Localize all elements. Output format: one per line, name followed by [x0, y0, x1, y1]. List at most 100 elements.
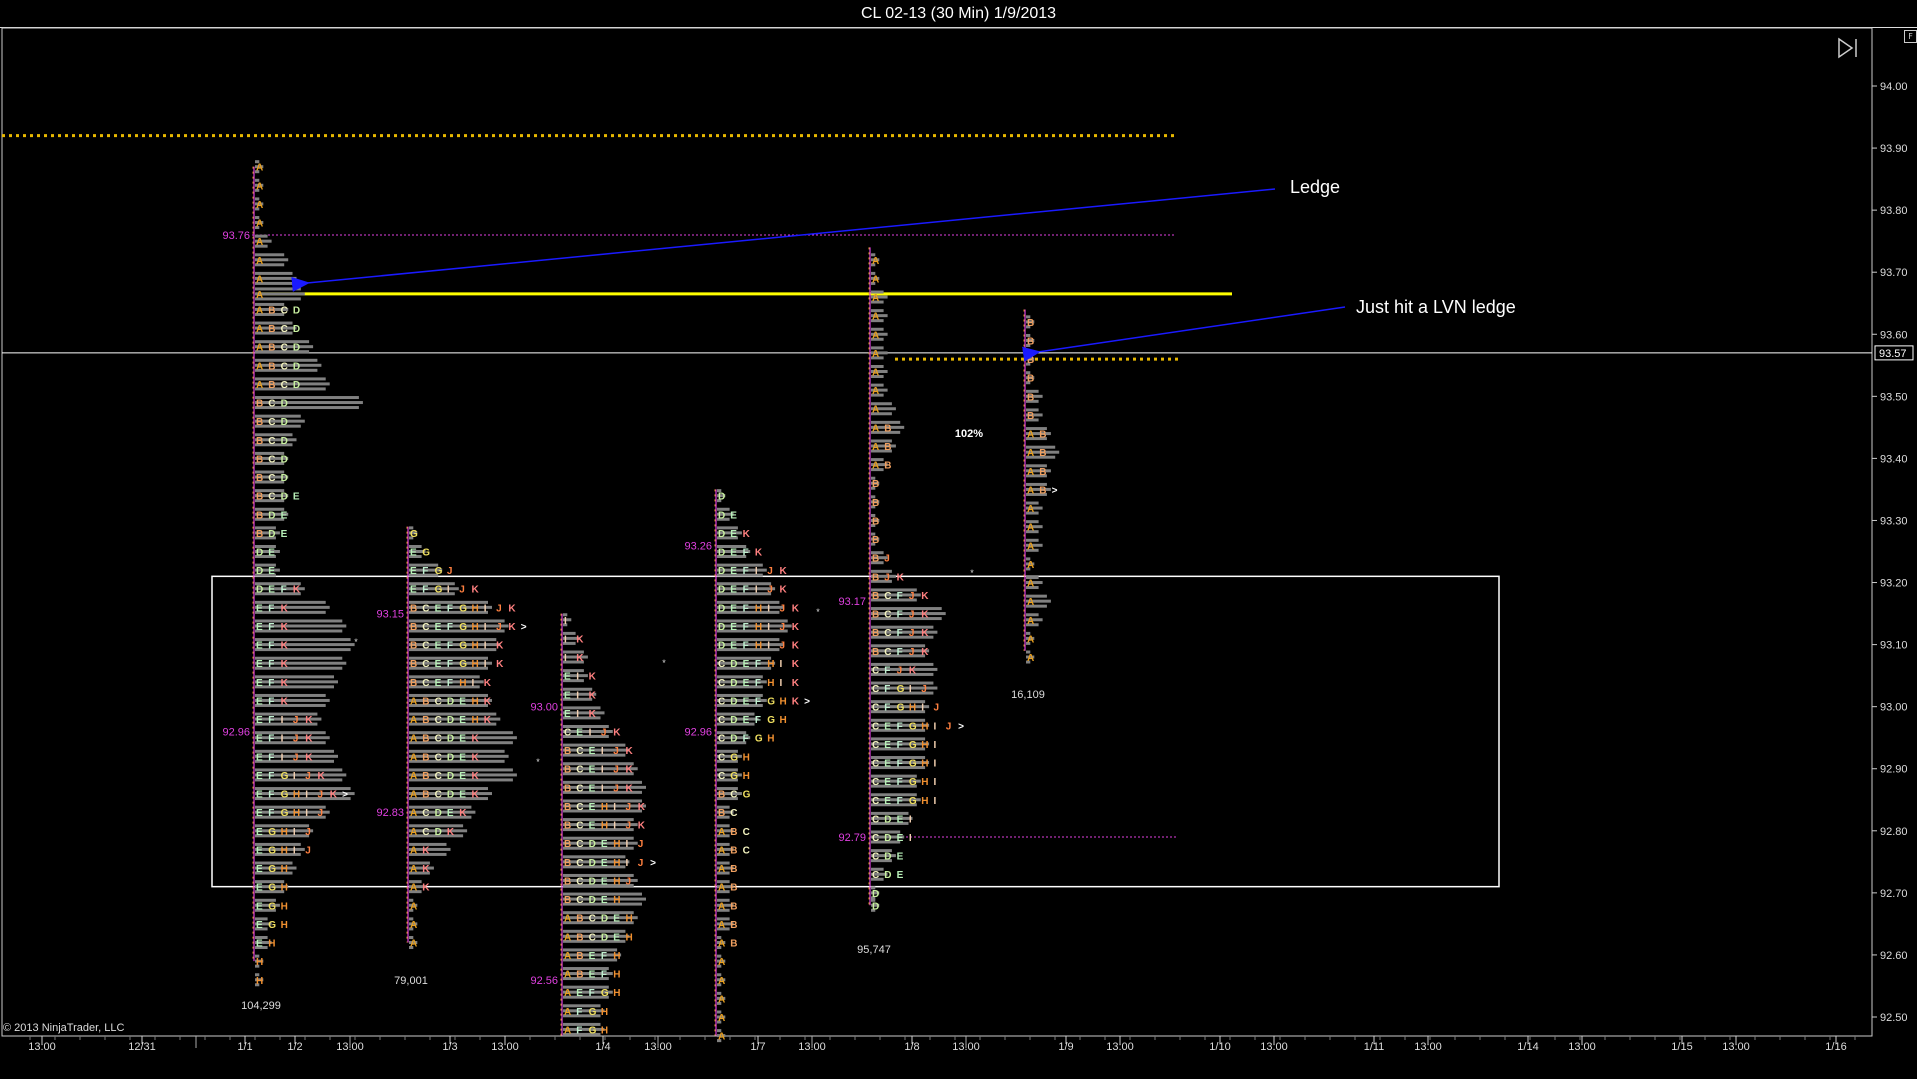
tpo-letter: D: [281, 436, 288, 447]
tpo-letter: C: [743, 827, 750, 838]
tpo-letter: I: [484, 659, 487, 670]
tpo-letter: A: [718, 827, 725, 838]
tpo-letter: F: [755, 678, 761, 689]
tpo-letter: A: [1027, 485, 1034, 496]
tpo-letter: E: [730, 548, 737, 559]
tpo-letter: J: [884, 572, 890, 583]
x-tick-label: 1/3: [442, 1041, 457, 1053]
tpo-letter: D: [281, 417, 288, 428]
volume-bar: [255, 693, 326, 697]
volume-bar: [563, 883, 634, 887]
tpo-letter: F: [422, 585, 428, 596]
tpo-letter: A: [256, 256, 263, 267]
tpo-letter: C: [718, 752, 725, 763]
lvn-arrow[interactable]: [1022, 306, 1346, 362]
market-profile-chart[interactable]: 94.00 93.90 93.80 93.70 93.60 93.50 93.40 93.30…: [0, 0, 1917, 1079]
tpo-letter: D: [281, 473, 288, 484]
tpo-letter: J: [318, 808, 324, 819]
tpo-letter: B: [872, 610, 879, 621]
tpo-letter: A: [564, 988, 571, 999]
tpo-letter: G: [743, 790, 751, 801]
tpo-letter: B: [256, 510, 263, 521]
tpo-letter: F: [897, 610, 903, 621]
tpo-letter: H: [767, 734, 774, 745]
tpo-letter: C: [718, 696, 725, 707]
tpo-letter: G: [589, 1025, 597, 1036]
tpo-letter: B: [872, 479, 879, 490]
profile-volume-label: 104,299: [241, 1000, 281, 1012]
y-tick-label: 92.80: [1880, 826, 1908, 838]
tpo-letter: B: [422, 790, 429, 801]
x-tick-label: 1/4: [595, 1041, 610, 1053]
tpo-letter: B: [1027, 411, 1034, 422]
tpo-letter: B: [872, 647, 879, 658]
tpo-letter: D: [718, 510, 725, 521]
tpo-letter: B: [884, 442, 891, 453]
y-tick-label: 94.00: [1880, 81, 1908, 93]
tpo-letter: A: [256, 200, 263, 211]
lvn-annotation[interactable]: Just hit a LVN ledge: [1356, 297, 1516, 317]
tpo-letter: J: [934, 703, 940, 714]
tpo-letter: A: [410, 883, 417, 894]
ledge-arrow[interactable]: [291, 188, 1276, 292]
tpo-letter: H: [601, 1007, 608, 1018]
volume-bar: [563, 873, 634, 877]
y-tick-label: 93.50: [1880, 391, 1908, 403]
tpo-letter: E: [256, 752, 263, 763]
tpo-letter: F: [268, 659, 274, 670]
tpo-letter: D: [589, 858, 596, 869]
tpo-letter: C: [872, 796, 879, 807]
tpo-letter: E: [576, 988, 583, 999]
tpo-letter: C: [872, 703, 879, 714]
tpo-letter: K: [755, 548, 763, 559]
volume-bar: [255, 610, 326, 614]
tpo-letter: D: [589, 895, 596, 906]
tpo-letter: K: [305, 752, 313, 763]
tpo-letter: C: [268, 436, 275, 447]
tpo-letter: C: [872, 759, 879, 770]
tpo-letter: >: [804, 696, 810, 707]
volume-bar: [255, 741, 326, 745]
f-button[interactable]: F: [1904, 30, 1917, 43]
tpo-letter: K: [589, 709, 597, 720]
tpo-letter: F: [268, 641, 274, 652]
tpo-letter: B: [256, 473, 263, 484]
tpo-letter: B: [730, 939, 737, 950]
tpo-letter: E: [884, 740, 891, 751]
tpo-letter: A: [564, 970, 571, 981]
tpo-letter: D: [293, 380, 300, 391]
x-tick-label: 1/8: [904, 1041, 919, 1053]
tpo-letter: K: [909, 665, 917, 676]
tpo-letter: G: [459, 641, 467, 652]
tpo-letter: G: [767, 696, 775, 707]
tpo-letter: D: [268, 529, 275, 540]
tpo-letter: I: [484, 603, 487, 614]
tpo-letter: B: [872, 535, 879, 546]
x-tick-label: 1/11: [1364, 1041, 1385, 1053]
tpo-letter: B: [872, 554, 879, 565]
tpo-letter: H: [921, 721, 928, 732]
tpo-letter: I: [447, 585, 450, 596]
tpo-letter: K: [626, 765, 634, 776]
tpo-letter: F: [755, 696, 761, 707]
tpo-letter: B: [564, 876, 571, 887]
tpo-letter: C: [884, 628, 891, 639]
tpo-letter: E: [410, 548, 417, 559]
tpo-letter: K: [330, 790, 338, 801]
tpo-letter: A: [718, 845, 725, 856]
scroll-to-end-icon[interactable]: [1836, 36, 1860, 60]
tpo-letter: F: [884, 684, 890, 695]
volume-bar: [255, 600, 326, 604]
ledge-annotation[interactable]: Ledge: [1290, 177, 1340, 197]
volume-bar: [717, 629, 788, 633]
tpo-letter: B: [422, 696, 429, 707]
tpo-letter: K: [626, 783, 634, 794]
tpo-letter: C: [872, 721, 879, 732]
tpo-letter: E: [589, 951, 596, 962]
tpo-letter: B: [256, 399, 263, 410]
tpo-letter: K: [459, 808, 467, 819]
tpo-letter: I: [909, 833, 912, 844]
tpo-letter: F: [268, 603, 274, 614]
tpo-letter: I: [576, 709, 579, 720]
tpo-letter: C: [435, 752, 442, 763]
